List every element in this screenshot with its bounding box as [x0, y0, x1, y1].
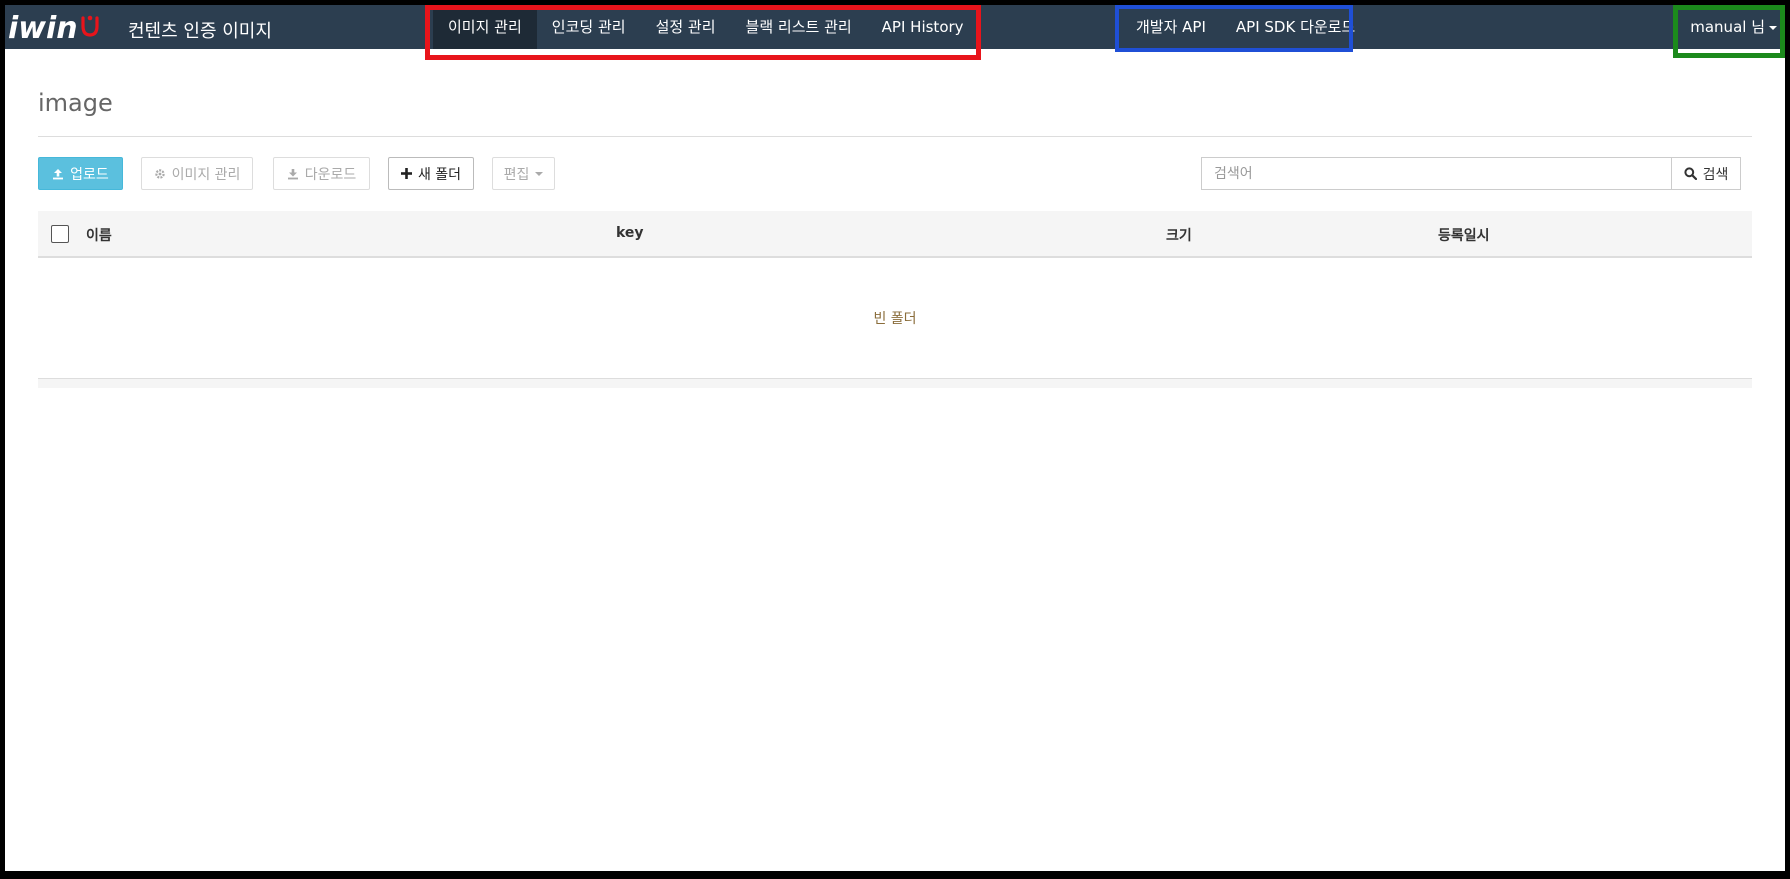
- upload-button-label: 업로드: [70, 166, 109, 183]
- smile-logo-icon: [79, 14, 101, 38]
- column-header-size[interactable]: 크기: [1166, 225, 1192, 245]
- caret-down-icon: [535, 171, 544, 176]
- download-button[interactable]: 다운로드: [273, 157, 370, 190]
- download-button-label: 다운로드: [304, 166, 357, 183]
- column-header-registered-at[interactable]: 등록일시: [1438, 225, 1490, 245]
- main-nav: 이미지 관리 인코딩 관리 설정 관리 블랙 리스트 관리 API Histor…: [433, 5, 979, 49]
- upload-button[interactable]: 업로드: [38, 157, 123, 190]
- search-button[interactable]: 검색: [1671, 157, 1741, 190]
- page-title: image: [38, 89, 113, 117]
- title-divider: [38, 136, 1752, 137]
- column-header-name[interactable]: 이름: [86, 225, 112, 245]
- new-folder-button[interactable]: 새 폴더: [388, 157, 474, 190]
- user-menu-label: manual 님: [1690, 18, 1765, 36]
- select-all-checkbox[interactable]: [51, 225, 69, 243]
- nav-item-api-sdk-download[interactable]: API SDK 다운로드: [1221, 5, 1370, 49]
- user-menu[interactable]: manual 님: [1690, 5, 1785, 49]
- plus-icon: [400, 168, 412, 179]
- file-table-header: 이름 key 크기 등록일시: [38, 211, 1752, 258]
- nav-item-settings-management[interactable]: 설정 관리: [641, 5, 731, 49]
- developer-nav: 개발자 API API SDK 다운로드: [1121, 5, 1370, 49]
- nav-item-image-management[interactable]: 이미지 관리: [433, 5, 537, 49]
- empty-table-row: 빈 폴더: [38, 258, 1752, 379]
- image-manage-button[interactable]: 이미지 관리: [141, 157, 253, 190]
- nav-item-encoding-management[interactable]: 인코딩 관리: [537, 5, 641, 49]
- search-icon: [1684, 167, 1697, 180]
- nav-item-blacklist-management[interactable]: 블랙 리스트 관리: [731, 5, 867, 49]
- empty-folder-message: 빈 폴더: [873, 311, 917, 327]
- new-folder-button-label: 새 폴더: [417, 166, 462, 183]
- app-frame: iwin 컨텐츠 인증 이미지 이미지 관리 인코딩 관리 설정 관리 블랙 리…: [5, 5, 1785, 871]
- search-button-label: 검색: [1702, 166, 1729, 183]
- column-header-key[interactable]: key: [616, 225, 644, 241]
- download-icon: [287, 168, 299, 180]
- image-manage-button-label: 이미지 관리: [171, 166, 241, 183]
- search-input[interactable]: [1201, 157, 1671, 190]
- brand-title: 컨텐츠 인증 이미지: [128, 21, 272, 42]
- upload-icon: [52, 168, 64, 180]
- logo-text: iwin: [8, 10, 78, 46]
- gear-icon: [154, 168, 166, 180]
- caret-down-icon: [1769, 25, 1777, 30]
- brand-logo[interactable]: iwin: [8, 10, 101, 46]
- nav-item-developer-api[interactable]: 개발자 API: [1121, 5, 1221, 49]
- edit-button-label: 편집: [503, 166, 530, 183]
- nav-item-api-history[interactable]: API History: [867, 5, 979, 49]
- table-footer: [38, 379, 1752, 388]
- edit-dropdown-button[interactable]: 편집: [492, 157, 555, 190]
- top-navbar: iwin 컨텐츠 인증 이미지 이미지 관리 인코딩 관리 설정 관리 블랙 리…: [5, 5, 1785, 49]
